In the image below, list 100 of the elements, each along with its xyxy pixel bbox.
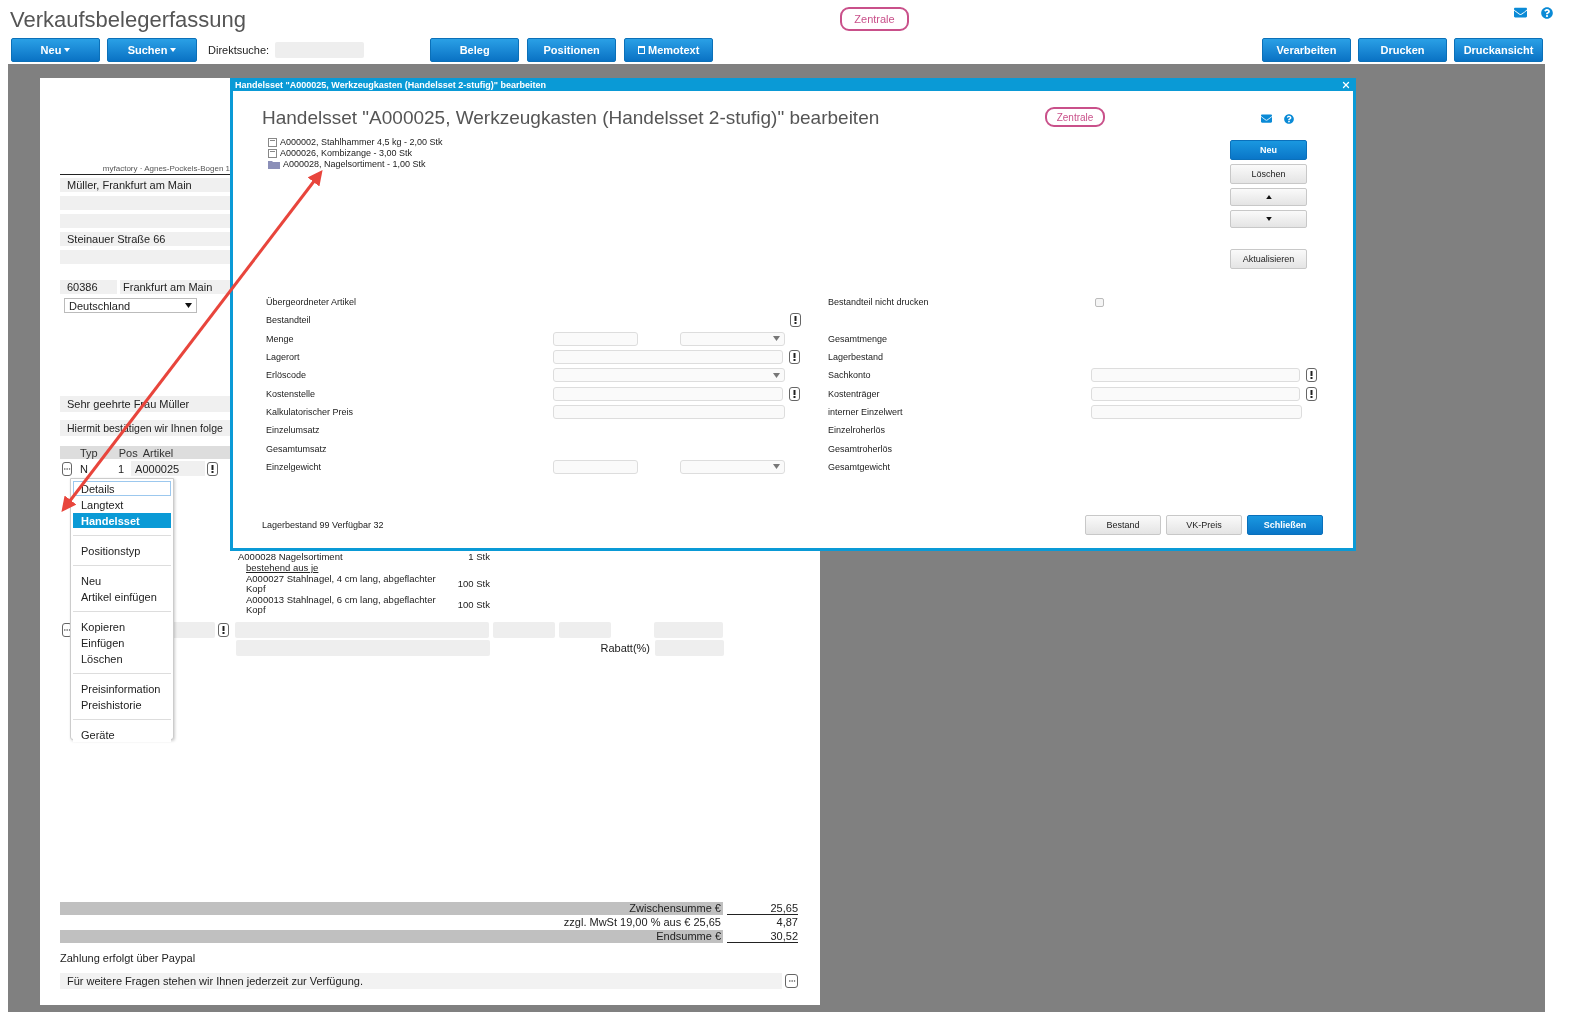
column-header: Typ bbox=[80, 446, 98, 459]
toolbar-button[interactable]: Verarbeiten bbox=[1262, 38, 1351, 62]
tree-item[interactable]: A000026, Kombizange - 3,00 Stk bbox=[280, 148, 413, 159]
table-cell: 1 bbox=[117, 462, 125, 475]
alert-icon bbox=[222, 626, 225, 634]
branch-badge: Zentrale bbox=[840, 7, 909, 31]
text-input[interactable] bbox=[1091, 368, 1300, 383]
field-label: Sachkonto bbox=[828, 370, 872, 381]
field-label: Übergeordneter Artikel bbox=[266, 297, 358, 308]
text-input[interactable] bbox=[1091, 404, 1302, 419]
branch-badge: Zentrale bbox=[1045, 107, 1105, 127]
tree-item[interactable]: A000028, Nagelsortiment - 1,00 Stk bbox=[283, 159, 426, 170]
alert-icon bbox=[1310, 389, 1313, 398]
dropdown-arrow-icon bbox=[773, 464, 780, 470]
document-icon bbox=[268, 138, 277, 147]
ellipsis-icon bbox=[63, 626, 71, 634]
text-input[interactable] bbox=[553, 331, 638, 346]
field-label: Erlöscode bbox=[266, 370, 308, 381]
dropdown-arrow-icon bbox=[773, 336, 780, 342]
address-field[interactable]: Steinauer Straße 66 bbox=[60, 232, 230, 246]
closing-text-field[interactable]: Für weitere Fragen stehen wir Ihnen jederzeit zur Verfügung. bbox=[60, 973, 782, 989]
toolbar-button[interactable]: Beleg bbox=[430, 38, 520, 62]
lookup-button[interactable] bbox=[1306, 386, 1317, 401]
alert-icon bbox=[793, 353, 796, 362]
article-field[interactable]: A000025 bbox=[131, 461, 206, 476]
dropdown-field[interactable] bbox=[553, 368, 785, 383]
text-input[interactable] bbox=[1091, 386, 1300, 401]
move-up-button[interactable] bbox=[1230, 188, 1307, 206]
mail-icon[interactable] bbox=[1261, 113, 1272, 124]
up-arrow-icon bbox=[1265, 195, 1272, 199]
dialog-button[interactable]: Bestand bbox=[1085, 515, 1161, 535]
mail-icon[interactable] bbox=[1514, 6, 1527, 19]
document-icon bbox=[268, 149, 277, 158]
tree-item[interactable]: A000002, Stahlhammer 4,5 kg - 2,00 Stk bbox=[280, 137, 443, 148]
field-label: interner Einzelwert bbox=[828, 406, 904, 417]
field-label: Kostenstelle bbox=[266, 388, 317, 399]
field-label: Einzelroherlös bbox=[828, 425, 887, 436]
stock-status: Lagerbestand 99 Verfügbar 32 bbox=[262, 520, 385, 530]
column-header: Artikel bbox=[142, 446, 174, 459]
dropdown-field[interactable] bbox=[680, 331, 785, 346]
folder-icon bbox=[268, 160, 280, 169]
dropdown-arrow-icon bbox=[185, 303, 192, 308]
field-label: Bestandteil bbox=[266, 315, 312, 326]
toolbar-button[interactable]: Suchen bbox=[107, 38, 197, 62]
quantity-text: 100 Stk bbox=[457, 598, 490, 612]
dropdown-arrow-icon bbox=[1265, 217, 1272, 221]
total-label: Zwischensumme € bbox=[60, 902, 723, 915]
lookup-button[interactable] bbox=[789, 350, 800, 365]
lookup-button[interactable] bbox=[789, 386, 800, 401]
toolbar-button[interactable]: Drucken bbox=[1358, 38, 1447, 62]
dialog-button[interactable]: Schließen bbox=[1247, 515, 1323, 535]
total-label: Endsumme € bbox=[60, 930, 723, 943]
total-label: zzgl. MwSt 19,00 % aus € 25,65 bbox=[562, 916, 722, 929]
dialog-button[interactable]: Neu bbox=[1230, 140, 1307, 160]
lookup-button[interactable] bbox=[218, 623, 229, 637]
address-field[interactable]: Müller, Frankfurt am Main bbox=[60, 178, 230, 192]
toolbar-button[interactable]: Druckansicht bbox=[1454, 38, 1543, 62]
city-field[interactable]: Frankfurt am Main bbox=[120, 280, 230, 294]
zip-field[interactable]: 60386 bbox=[60, 280, 117, 294]
ellipsis-icon bbox=[787, 977, 796, 985]
toolbar-button[interactable]: Neu bbox=[11, 38, 100, 62]
toolbar-button[interactable]: Memotext bbox=[624, 38, 714, 62]
help-icon[interactable] bbox=[1541, 6, 1553, 19]
text-input[interactable] bbox=[553, 404, 785, 419]
dialog-button[interactable]: Löschen bbox=[1230, 164, 1307, 184]
field-label: Gesamtmenge bbox=[828, 333, 889, 344]
total-value: 25,65 bbox=[727, 902, 798, 915]
note-icon bbox=[637, 46, 645, 54]
component-text: A000027 Stahlnagel, 4 cm lang, abgeflachter Kopf bbox=[246, 574, 437, 594]
payment-note: Zahlung erfolgt über Paypal bbox=[60, 952, 197, 964]
refresh-button[interactable]: Aktualisieren bbox=[1230, 249, 1307, 269]
field-label: Gesamtumsatz bbox=[266, 443, 328, 454]
close-icon[interactable] bbox=[1341, 79, 1351, 90]
dialog-button[interactable]: VK-Preis bbox=[1166, 515, 1242, 535]
component-note: bestehend aus je bbox=[246, 563, 320, 573]
lookup-button[interactable] bbox=[207, 461, 219, 476]
component-text: A000013 Stahlnagel, 6 cm lang, abgeflachter Kopf bbox=[246, 595, 437, 615]
text-input[interactable] bbox=[553, 350, 783, 365]
more-button[interactable] bbox=[62, 461, 72, 476]
search-label: Direktsuche: bbox=[208, 44, 270, 56]
help-icon[interactable] bbox=[1284, 113, 1294, 124]
address-field[interactable] bbox=[60, 250, 230, 264]
dropdown-field[interactable] bbox=[680, 459, 785, 474]
text-input[interactable] bbox=[553, 459, 638, 474]
address-field[interactable] bbox=[60, 214, 230, 228]
discount-label: Rabatt(%) bbox=[599, 642, 651, 654]
text-input[interactable] bbox=[553, 386, 783, 401]
move-down-button[interactable] bbox=[1230, 210, 1307, 228]
more-button[interactable] bbox=[785, 974, 798, 988]
field-label: Kalkulatorischer Preis bbox=[266, 406, 355, 417]
component-text: A000028 Nagelsortiment bbox=[238, 552, 343, 562]
checkbox[interactable] bbox=[1095, 297, 1104, 307]
country-select[interactable]: Deutschland bbox=[64, 298, 197, 313]
toolbar-button[interactable]: Positionen bbox=[527, 38, 617, 62]
lookup-button[interactable] bbox=[1306, 368, 1317, 383]
sender-line: myfactory · Agnes-Pockels-Bogen 1 bbox=[60, 164, 230, 175]
address-field[interactable] bbox=[60, 196, 230, 210]
lookup-button[interactable] bbox=[790, 313, 801, 328]
alert-icon bbox=[793, 389, 796, 398]
menu-item[interactable]: Details bbox=[73, 481, 171, 496]
